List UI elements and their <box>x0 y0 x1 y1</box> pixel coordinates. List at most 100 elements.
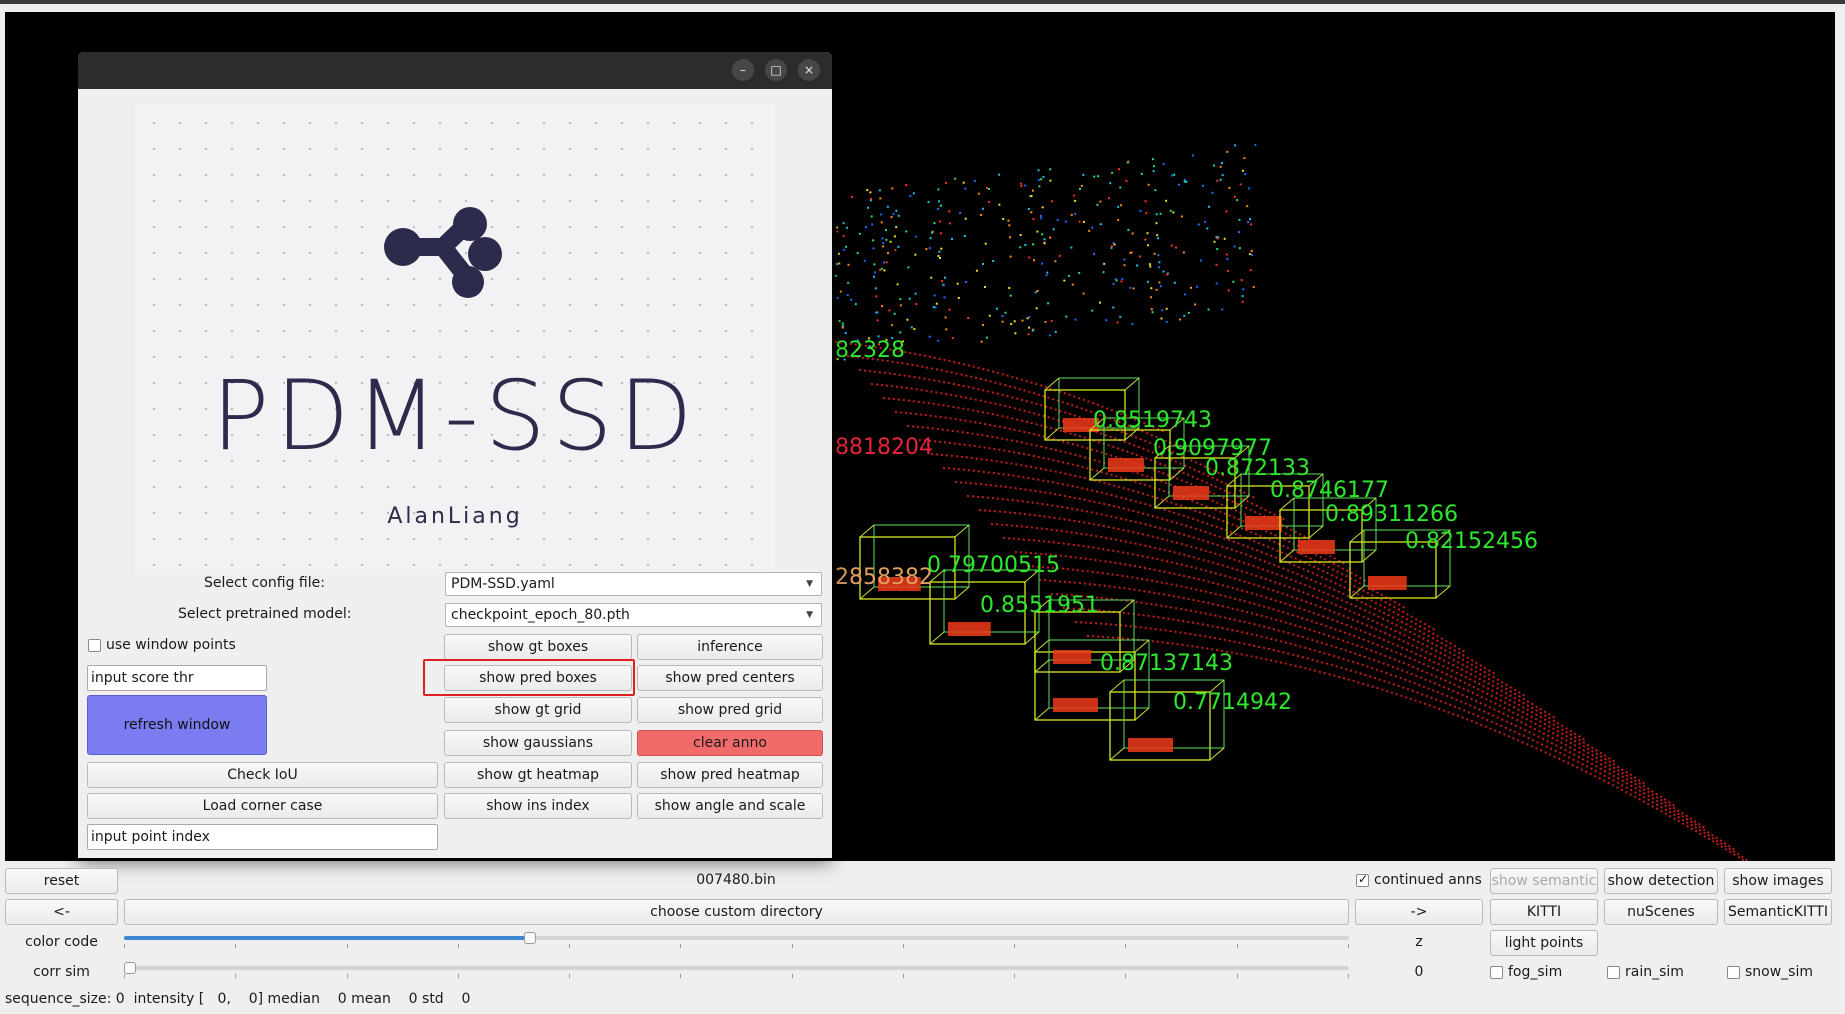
show-ins-index-button[interactable]: show ins index <box>444 793 632 819</box>
snow-sim-checkbox[interactable] <box>1727 966 1740 979</box>
slider-tick <box>1014 974 1015 978</box>
rain-sim-checkbox[interactable] <box>1607 966 1620 979</box>
point <box>1032 243 1035 246</box>
point <box>937 339 940 342</box>
point <box>931 231 934 234</box>
point <box>847 263 850 266</box>
color-code-slider[interactable] <box>124 930 1349 950</box>
kitti-button[interactable]: KITTI <box>1490 899 1598 925</box>
point <box>936 208 939 210</box>
point <box>1039 215 1042 217</box>
clear-anno-button[interactable]: clear anno <box>637 730 823 756</box>
point <box>1157 237 1160 240</box>
slider-handle[interactable] <box>524 932 536 944</box>
point <box>1108 197 1110 200</box>
show-pred-heatmap-button[interactable]: show pred heatmap <box>637 762 823 788</box>
slider-handle[interactable] <box>124 962 136 974</box>
point <box>1078 271 1081 274</box>
prev-button[interactable]: <- <box>5 899 118 925</box>
point <box>980 340 983 343</box>
load-corner-case-button[interactable]: Load corner case <box>87 793 438 819</box>
point <box>1112 306 1115 309</box>
point <box>1056 218 1059 221</box>
inference-button[interactable]: inference <box>637 634 823 660</box>
point <box>1034 291 1037 294</box>
point <box>1183 293 1186 296</box>
point <box>1071 283 1074 286</box>
point <box>841 326 844 329</box>
z-label: z <box>1415 934 1423 950</box>
point <box>1064 220 1067 223</box>
slider-tick <box>792 974 793 978</box>
slider-tick <box>458 944 459 948</box>
nuscenes-button[interactable]: nuScenes <box>1604 899 1718 925</box>
show-detection-button[interactable]: show detection <box>1604 868 1718 894</box>
point <box>1028 316 1031 318</box>
point <box>1030 195 1033 197</box>
refresh-window-button[interactable]: refresh window <box>87 695 267 755</box>
use-window-points-checkbox[interactable] <box>88 639 101 652</box>
point <box>1082 173 1085 176</box>
config-select[interactable]: PDM-SSD.yaml ▼ <box>445 572 822 596</box>
continued-anns-checkbox[interactable] <box>1356 872 1369 887</box>
point <box>951 238 953 240</box>
check-iou-button[interactable]: Check IoU <box>87 762 438 788</box>
minimize-icon[interactable]: – <box>732 59 754 81</box>
point <box>1041 233 1044 236</box>
slider-tick <box>347 944 348 948</box>
corr-sim-slider[interactable] <box>124 960 1349 980</box>
point <box>1129 286 1132 289</box>
corr-sim-value: 0 <box>1414 964 1424 980</box>
logo-title: PDM-SSD <box>211 360 699 472</box>
point <box>935 302 938 305</box>
continued-anns-label: continued anns <box>1374 872 1482 888</box>
point <box>907 266 910 269</box>
point <box>1251 254 1253 257</box>
show-angle-and-scale-button[interactable]: show angle and scale <box>637 793 823 819</box>
show-gaussians-button[interactable]: show gaussians <box>444 730 632 756</box>
point <box>881 305 884 308</box>
show-pred-grid-button[interactable]: show pred grid <box>637 697 823 723</box>
score-label: 0.89311266 <box>1325 502 1458 527</box>
point <box>1033 259 1035 262</box>
close-icon[interactable]: × <box>798 59 820 81</box>
show-gt-heatmap-button[interactable]: show gt heatmap <box>444 762 632 788</box>
status-bar: sequence_size: 0 intensity [ 0, 0] media… <box>5 991 471 1007</box>
point-index-input[interactable]: input point index <box>87 824 438 850</box>
point <box>1227 289 1230 292</box>
point <box>1173 281 1176 284</box>
slider-tick <box>903 974 904 978</box>
point <box>1165 307 1168 310</box>
show-images-button[interactable]: show images <box>1724 868 1832 894</box>
semantickitti-button[interactable]: SemanticKITTI <box>1724 899 1832 925</box>
point <box>874 287 877 290</box>
maximize-icon[interactable]: □ <box>765 59 787 81</box>
point <box>899 298 902 301</box>
show-pred-centers-button[interactable]: show pred centers <box>637 665 823 691</box>
score-label: 8818204 <box>835 435 933 460</box>
show-gt-grid-button[interactable]: show gt grid <box>444 697 632 723</box>
point <box>1158 281 1161 284</box>
choose-custom-directory-button[interactable]: choose custom directory <box>124 899 1349 925</box>
point <box>941 280 943 282</box>
show-semantic-button[interactable]: show semantic <box>1490 868 1598 894</box>
model-select[interactable]: checkpoint_epoch_80.pth ▼ <box>445 603 822 627</box>
point <box>948 222 951 225</box>
show-gt-boxes-button[interactable]: show gt boxes <box>444 634 632 660</box>
score-thr-input[interactable]: input score thr <box>87 665 267 691</box>
dialog-titlebar[interactable]: – □ × <box>78 52 832 89</box>
fog-sim-checkbox[interactable] <box>1490 966 1503 979</box>
chevron-down-icon: ▼ <box>806 579 813 589</box>
point <box>1159 285 1162 288</box>
point <box>1123 258 1126 261</box>
point <box>948 308 951 311</box>
point <box>956 282 959 285</box>
point <box>975 269 978 272</box>
rain-sim-label: rain_sim <box>1625 964 1684 980</box>
point <box>1097 175 1100 178</box>
point <box>1041 206 1044 209</box>
slider-ticks <box>124 974 1349 978</box>
next-button[interactable]: -> <box>1355 899 1483 925</box>
reset-button[interactable]: reset <box>5 868 118 894</box>
light-points-button[interactable]: light points <box>1490 930 1598 956</box>
